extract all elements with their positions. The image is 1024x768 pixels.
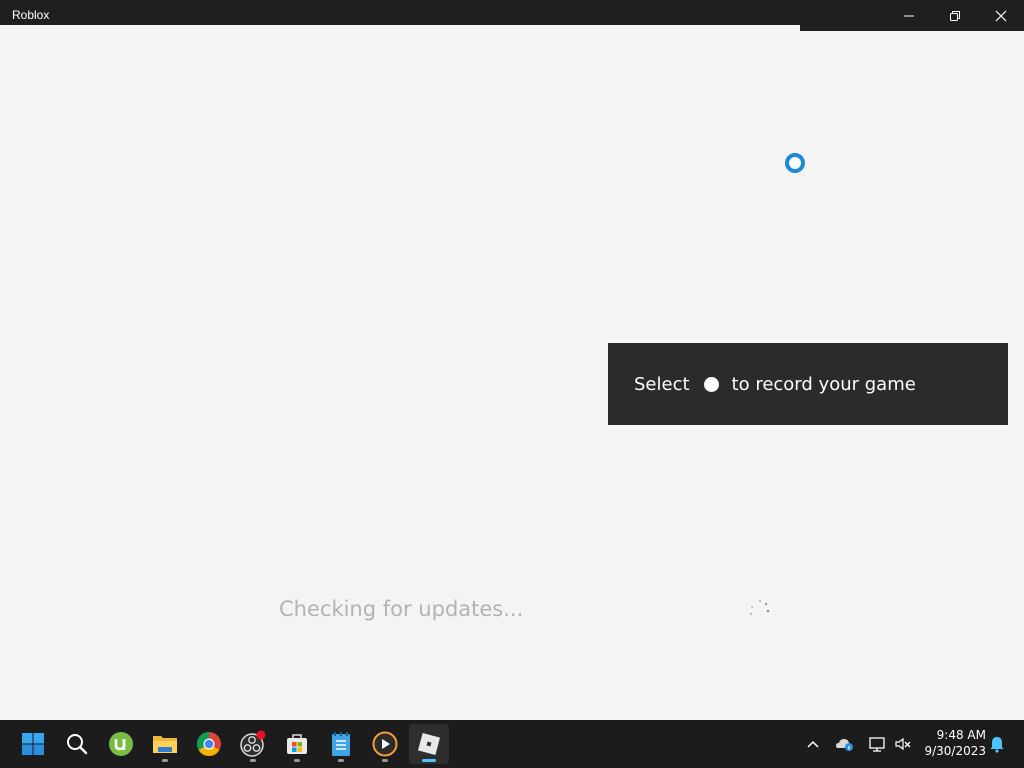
toast-prefix: Select xyxy=(634,373,690,395)
taskbar-app-chrome[interactable] xyxy=(189,724,229,764)
network-tray-button[interactable] xyxy=(866,720,888,768)
roblox-icon xyxy=(417,732,441,756)
running-indicator xyxy=(382,759,388,762)
onedrive-tray-button[interactable] xyxy=(834,720,856,768)
running-indicator xyxy=(162,759,168,762)
game-bar-record-toast: Select to record your game xyxy=(608,343,1008,425)
close-button[interactable] xyxy=(978,0,1024,31)
taskbar-clock[interactable]: 9:48 AM 9/30/2023 xyxy=(920,727,986,759)
obs-icon xyxy=(240,730,266,757)
clock-time: 9:48 AM xyxy=(936,728,986,742)
media-player-icon xyxy=(372,731,398,757)
store-icon xyxy=(287,734,307,754)
taskbar-app-media-player[interactable] xyxy=(365,724,405,764)
spinner-icon xyxy=(749,599,770,616)
restore-button[interactable] xyxy=(932,0,978,31)
notifications-button[interactable] xyxy=(986,720,1008,768)
clock-date: 9/30/2023 xyxy=(924,744,986,758)
minimize-button[interactable] xyxy=(886,0,932,31)
minimize-icon xyxy=(904,15,914,16)
show-hidden-icons-button[interactable] xyxy=(802,720,824,768)
onedrive-info-icon xyxy=(836,739,853,751)
taskbar-app-notepad[interactable] xyxy=(321,724,361,764)
windows-logo-icon xyxy=(22,733,44,755)
active-indicator xyxy=(422,759,436,762)
running-indicator xyxy=(338,759,344,762)
utorrent-icon xyxy=(109,732,133,756)
window-title: Roblox xyxy=(12,8,50,22)
bell-icon xyxy=(990,737,1004,753)
taskbar-app-obs[interactable] xyxy=(233,724,273,764)
volume-tray-button[interactable] xyxy=(892,720,914,768)
running-indicator xyxy=(294,759,300,762)
volume-muted-icon xyxy=(895,737,911,751)
search-button[interactable] xyxy=(57,724,97,764)
folder-icon xyxy=(153,736,177,753)
search-icon xyxy=(67,734,88,755)
chevron-up-icon xyxy=(807,740,819,748)
taskbar-app-microsoft-store[interactable] xyxy=(277,724,317,764)
toast-suffix: to record your game xyxy=(731,373,916,395)
loading-indicator-icon xyxy=(785,153,805,173)
running-indicator xyxy=(250,759,256,762)
chrome-icon xyxy=(196,732,221,757)
taskbar-app-roblox[interactable] xyxy=(409,724,449,764)
close-icon xyxy=(995,10,1007,21)
record-dot-icon xyxy=(703,376,719,392)
restore-icon xyxy=(950,10,960,21)
notepad-icon xyxy=(332,732,350,756)
taskbar-app-utorrent[interactable] xyxy=(101,724,141,764)
taskbar-app-file-explorer[interactable] xyxy=(145,724,185,764)
network-icon xyxy=(869,737,885,752)
start-button[interactable] xyxy=(13,724,53,764)
update-status-text: Checking for updates... xyxy=(279,597,524,621)
